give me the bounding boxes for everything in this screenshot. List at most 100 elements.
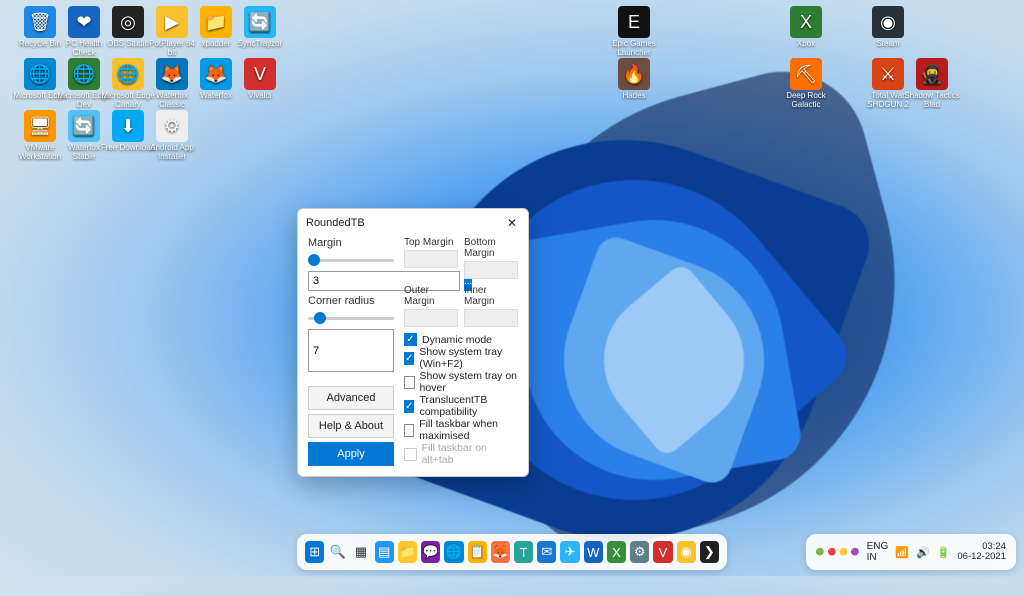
corner-radius-slider[interactable] — [308, 311, 394, 325]
system-tray: 🟢🔴🟡🟣 ENG IN 📶 🔊 🔋 03:24 06-12-2021 — [806, 534, 1016, 570]
app-icon: ◉ — [872, 6, 904, 38]
taskbar-chrome[interactable]: ◉ — [677, 541, 696, 563]
bottom-margin-input[interactable] — [464, 261, 518, 279]
checkbox-label: Show system tray (Win+F2) — [419, 346, 518, 370]
taskbar-notes[interactable]: 📋 — [468, 541, 487, 563]
app-icon: 🥷 — [916, 58, 948, 90]
app-icon: 🌐 — [112, 58, 144, 90]
corner-radius-label: Corner radius — [308, 295, 394, 307]
desktop-icon[interactable]: ⚙ Android App Installer — [144, 110, 200, 162]
inner-margin-label: Inner Margin — [464, 285, 518, 307]
app-icon: 🖥 — [24, 110, 56, 142]
icon-label: Xbox — [778, 40, 834, 49]
app-icon: 🔄 — [244, 6, 276, 38]
checkbox-label: Show system tray on hover — [420, 370, 518, 394]
app-icon: ▶ — [156, 6, 188, 38]
taskbar-x-app[interactable]: X — [607, 541, 626, 563]
taskbar-explorer[interactable]: 📁 — [398, 541, 417, 563]
taskbar-search[interactable]: 🔍 — [328, 541, 347, 563]
icon-label: Epic Games Launcher — [606, 40, 662, 58]
outer-margin-input[interactable] — [404, 309, 458, 327]
desktop-icon[interactable]: ⛏ Deep Rock Galactic — [778, 58, 834, 110]
checkbox-row[interactable]: Show system tray on hover — [404, 370, 518, 394]
taskbar-mail[interactable]: ✉ — [537, 541, 556, 563]
checkbox-label: Fill taskbar on alt+tab — [422, 442, 518, 466]
taskbar-start[interactable]: ⊞ — [305, 541, 324, 563]
taskbar-taskview[interactable]: ▦ — [351, 541, 370, 563]
checkbox-row[interactable]: ✓ TranslucentTB compatibility — [404, 394, 518, 418]
close-icon[interactable]: ✕ — [504, 215, 520, 231]
taskbar-word[interactable]: W — [584, 541, 603, 563]
app-icon: ◎ — [112, 6, 144, 38]
corner-radius-input[interactable] — [308, 329, 394, 372]
taskbar-telegram[interactable]: ✈ — [560, 541, 579, 563]
tray-app-icon[interactable]: 🟢 — [816, 548, 825, 556]
desktop-icon[interactable]: V Vivaldi — [232, 58, 288, 101]
desktop-icon[interactable]: ◉ Steam — [860, 6, 916, 49]
taskbar-firefox[interactable]: 🦊 — [491, 541, 510, 563]
apply-button[interactable]: Apply — [308, 442, 394, 466]
checkbox-label: Dynamic mode — [422, 334, 492, 346]
app-icon: 🔥 — [618, 58, 650, 90]
top-margin-label: Top Margin — [404, 237, 458, 248]
inner-margin-input[interactable] — [464, 309, 518, 327]
taskbar-vivaldi[interactable]: V — [653, 541, 672, 563]
taskbar-widgets[interactable]: ▤ — [375, 541, 394, 563]
tray-app-icon[interactable]: 🔴 — [827, 548, 836, 556]
checkbox-row: Fill taskbar on alt+tab — [404, 442, 518, 466]
icon-label: Android App Installer — [144, 144, 200, 162]
app-icon: ⚙ — [156, 110, 188, 142]
app-icon: ⛏ — [790, 58, 822, 90]
checkbox-row[interactable]: Fill taskbar when maximised — [404, 418, 518, 442]
checkbox-row[interactable]: ✓ Dynamic mode — [404, 333, 518, 346]
app-icon: V — [244, 58, 276, 90]
margin-slider[interactable] — [308, 253, 394, 267]
app-icon: 🦊 — [156, 58, 188, 90]
app-icon: X — [790, 6, 822, 38]
checkbox-icon: ✓ — [404, 400, 414, 413]
desktop-icon[interactable]: 🔄SyncTrayzor — [232, 6, 288, 49]
icon-label: Deep Rock Galactic — [778, 92, 834, 110]
language-indicator[interactable]: ENG IN — [867, 541, 889, 563]
app-icon: 🔄 — [68, 110, 100, 142]
tray-app-icon[interactable]: 🟣 — [851, 548, 860, 556]
checkbox-icon — [404, 448, 417, 461]
tray-app-icon[interactable]: 🟡 — [839, 548, 848, 556]
titlebar[interactable]: RoundedTB ✕ — [298, 209, 528, 237]
app-icon: 🦊 — [200, 58, 232, 90]
help-about-button[interactable]: Help & About — [308, 414, 394, 438]
icon-label: Steam — [860, 40, 916, 49]
margin-label: Margin — [308, 237, 394, 249]
taskbar-t-app[interactable]: T — [514, 541, 533, 563]
checkbox-icon — [404, 376, 415, 389]
checkbox-label: TranslucentTB compatibility — [419, 394, 518, 418]
top-margin-input[interactable] — [404, 250, 458, 268]
app-icon: 🗑 — [24, 6, 56, 38]
checkbox-label: Fill taskbar when maximised — [419, 418, 518, 442]
battery-icon[interactable]: 🔋 — [937, 546, 951, 559]
taskbar-chat[interactable]: 💬 — [421, 541, 440, 563]
outer-margin-label: Outer Margin — [404, 285, 458, 307]
checkbox-icon: ✓ — [404, 352, 414, 365]
app-icon: ❤ — [68, 6, 100, 38]
bottom-margin-label: Bottom Margin — [464, 237, 518, 259]
taskbar-settings[interactable]: ⚙ — [630, 541, 649, 563]
taskbar-edge[interactable]: 🌐 — [444, 541, 463, 563]
checkbox-icon: ✓ — [404, 333, 417, 346]
roundedtb-window: RoundedTB ✕ Margin ... Corner radius Adv… — [297, 208, 529, 477]
taskbar-terminal[interactable]: ❯ — [700, 541, 719, 563]
volume-icon[interactable]: 🔊 — [916, 546, 930, 559]
icon-label: Vivaldi — [232, 92, 288, 101]
app-icon: 🌐 — [24, 58, 56, 90]
desktop-icon[interactable]: 🥷Shadow Tactics Blad — [904, 58, 960, 110]
desktop-icon[interactable]: X Xbox — [778, 6, 834, 49]
clock[interactable]: 03:24 06-12-2021 — [957, 542, 1006, 563]
checkbox-row[interactable]: ✓ Show system tray (Win+F2) — [404, 346, 518, 370]
wifi-icon[interactable]: 📶 — [895, 546, 909, 559]
desktop-icon[interactable]: 🔥Hades — [606, 58, 662, 101]
window-title: RoundedTB — [306, 217, 504, 229]
advanced-button[interactable]: Advanced — [308, 386, 394, 410]
app-icon: ⚔ — [872, 58, 904, 90]
app-icon: 📁 — [200, 6, 232, 38]
desktop-icon[interactable]: EEpic Games Launcher — [606, 6, 662, 58]
